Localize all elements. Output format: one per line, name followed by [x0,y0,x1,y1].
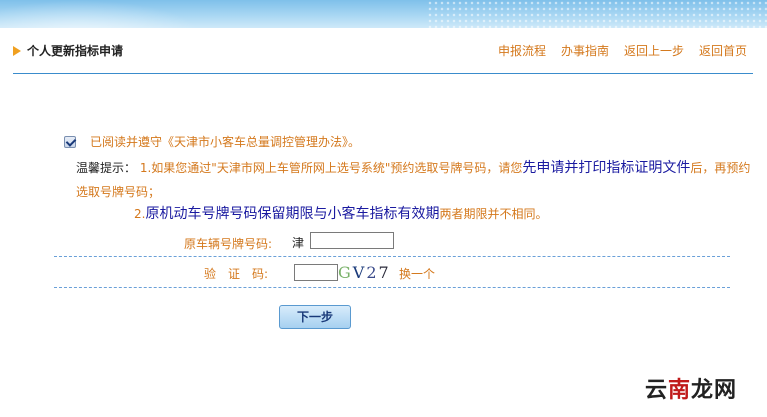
tip2-highlight: 原机动车号牌号码保留期限与小客车指标有效期 [145,206,440,222]
tip2-number: 2. [134,207,146,221]
top-nav: 申报流程 办事指南 返回上一步 返回首页 [498,42,747,59]
nav-back-link[interactable]: 返回上一步 [624,42,684,59]
arrow-right-icon [13,45,21,56]
captcha-char: V [352,263,367,282]
banner-car-graphic [0,0,200,28]
agreement-checkbox[interactable] [64,135,76,148]
captcha-image[interactable]: GV27 [338,263,391,283]
watermark-part-1: 云 [644,378,668,403]
site-watermark: 云南龙网 [645,372,737,404]
watermark-part-3: 龙网 [690,378,737,403]
plate-number-input[interactable] [310,232,394,249]
title-wrap: 个人更新指标申请 [13,42,123,59]
tip1-part-a: 1.如果您通过"天津市网上车管所网上选号系统"预约选取号牌号码，请您 [139,161,523,175]
nav-guide-link[interactable]: 办事指南 [561,42,609,59]
page-header: 个人更新指标申请 申报流程 办事指南 返回上一步 返回首页 [13,38,753,74]
agreement-text: 已阅读并遵守《天津市小客车总量调控管理办法》。 [90,135,361,149]
tip1-highlight: 先申请并打印指标证明文件 [522,160,691,176]
banner-dots-pattern [427,0,767,28]
tip-label: 温馨提示： [76,161,137,175]
refresh-captcha-link[interactable]: 换一个 [399,265,435,282]
next-step-button[interactable]: 下一步 [279,305,351,329]
plate-prefix: 津 [292,236,305,250]
plate-label: 原车辆号牌号码: [184,237,273,251]
plate-row: 原车辆号牌号码: 津 [54,228,730,256]
tip-line-1: 温馨提示： 1.如果您通过"天津市网上车管所网上选号系统"预约选取号牌号码，请您… [76,156,756,204]
agreement-row: 已阅读并遵守《天津市小客车总量调控管理办法》。 [64,133,360,150]
nav-process-link[interactable]: 申报流程 [498,42,546,59]
captcha-char: 7 [378,263,391,282]
page-title: 个人更新指标申请 [27,44,124,58]
watermark-part-2: 南 [667,378,691,403]
tip-line-2: 2.原机动车号牌号码保留期限与小客车指标有效期两者期限并不相同。 [134,204,547,224]
nav-home-link[interactable]: 返回首页 [699,42,747,59]
captcha-char: G [338,263,353,282]
captcha-label: 验 证 码: [204,267,269,281]
top-banner [0,0,767,28]
captcha-char: 2 [366,263,379,282]
captcha-input[interactable] [294,264,338,281]
captcha-row: 验 证 码: GV27 换一个 [54,256,730,288]
tip2-part-c: 两者期限并不相同。 [439,207,548,221]
